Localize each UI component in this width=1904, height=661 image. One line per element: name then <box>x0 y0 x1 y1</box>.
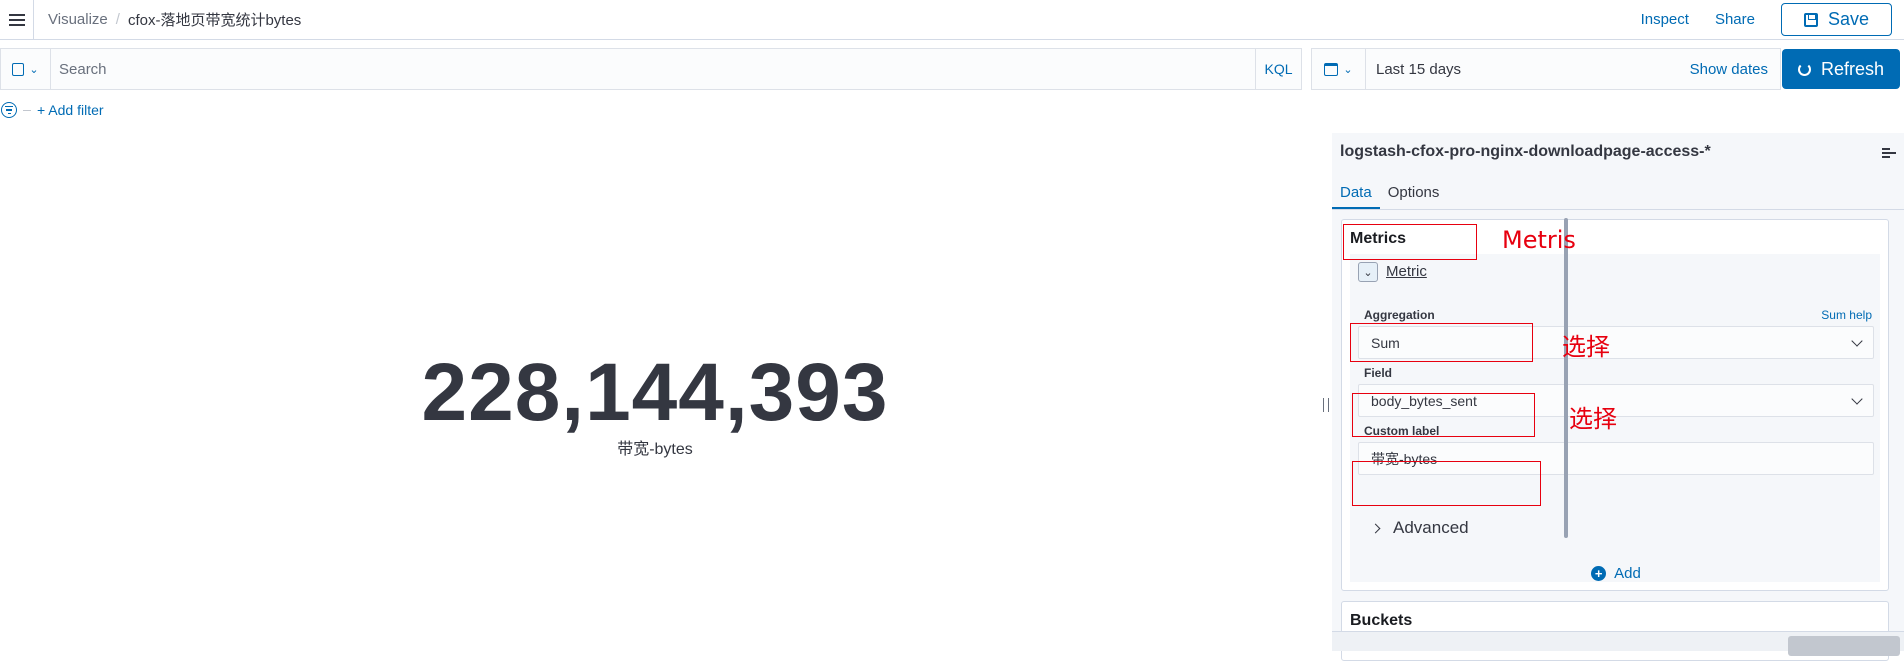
show-dates-link[interactable]: Show dates <box>1690 61 1768 78</box>
sidebar-scrollbar[interactable] <box>1564 218 1568 538</box>
save-button[interactable]: Save <box>1780 3 1892 36</box>
time-range[interactable]: Last 15 days <box>1376 61 1690 78</box>
metric-label: 带宽-bytes <box>617 441 693 458</box>
breadcrumb: Visualize / cfox-落地页带宽统计bytes <box>48 9 301 30</box>
editor-footer <box>1332 631 1904 656</box>
field-label: Field <box>1364 366 1393 380</box>
share-link[interactable]: Share <box>1715 11 1755 28</box>
inspect-link[interactable]: Inspect <box>1641 11 1689 28</box>
chevron-right-icon <box>1370 523 1381 533</box>
search-input[interactable] <box>51 49 1255 89</box>
refresh-button[interactable]: Refresh <box>1782 49 1900 89</box>
filter-divider <box>23 109 31 111</box>
saved-query-icon <box>12 62 25 76</box>
advanced-label: Advanced <box>1393 518 1469 537</box>
saved-query-button[interactable]: ⌄ <box>1 49 51 89</box>
chevron-down-icon <box>1851 393 1863 405</box>
visualization-canvas: 228,144,393 带宽-bytes <box>0 133 1325 651</box>
annotation-box-field <box>1352 393 1535 437</box>
aggregation-label: Aggregation <box>1364 308 1435 322</box>
annotation-box-metrics <box>1343 224 1477 260</box>
panel-resize-handle[interactable] <box>1323 398 1329 412</box>
chevron-down-icon: ⌄ <box>1343 63 1353 76</box>
metric-value: 228,144,393 <box>421 347 889 438</box>
save-button-label: Save <box>1827 9 1869 29</box>
chevron-down-icon <box>1851 335 1863 347</box>
query-bar: ⌄ KQL ⌄ Last 15 days Show dates Refresh <box>0 48 1904 90</box>
chevron-down-icon[interactable]: ⌄ <box>1358 262 1378 282</box>
breadcrumb-separator: / <box>115 11 120 28</box>
tab-data[interactable]: Data <box>1332 176 1380 209</box>
add-metric-button[interactable]: + Add <box>1342 565 1890 582</box>
search-box: ⌄ KQL <box>0 48 1302 90</box>
save-icon <box>1803 12 1818 27</box>
calendar-icon <box>1324 62 1339 76</box>
add-label: Add <box>1614 565 1641 582</box>
breadcrumb-visualize[interactable]: Visualize <box>48 11 108 28</box>
tab-options[interactable]: Options <box>1380 176 1448 209</box>
refresh-icon <box>1797 62 1811 76</box>
annotation-aggregation-note: 选择 <box>1562 333 1610 361</box>
add-filter-link[interactable]: + Add filter <box>37 102 104 118</box>
update-button[interactable] <box>1788 636 1900 656</box>
chevron-down-icon: ⌄ <box>29 63 39 76</box>
refresh-button-label: Refresh <box>1820 58 1885 79</box>
top-actions: Inspect Share Save <box>1641 3 1892 36</box>
top-nav-bar: Visualize / cfox-落地页带宽统计bytes Inspect Sh… <box>0 0 1904 40</box>
buckets-title: Buckets <box>1350 612 1413 629</box>
quick-menu-button[interactable]: ⌄ <box>1312 49 1366 89</box>
index-pattern-title: logstash-cfox-pro-nginx-downloadpage-acc… <box>1340 143 1711 160</box>
kql-toggle[interactable]: KQL <box>1255 49 1301 89</box>
menu-hamburger-icon[interactable] <box>0 0 34 40</box>
sum-help-link[interactable]: Sum help <box>1821 308 1872 322</box>
metric-agg-name[interactable]: Metric <box>1386 263 1427 280</box>
filter-icon[interactable] <box>1 102 17 118</box>
collapse-sidebar-icon[interactable] <box>1882 147 1896 158</box>
date-picker: ⌄ Last 15 days Show dates <box>1311 48 1781 90</box>
breadcrumb-current: cfox-落地页带宽统计bytes <box>127 12 302 29</box>
annotation-field-note: 选择 <box>1569 405 1617 433</box>
editor-tabs: Data Options <box>1332 176 1904 210</box>
annotation-box-aggregation <box>1350 323 1533 362</box>
advanced-toggle[interactable]: Advanced <box>1370 518 1469 538</box>
plus-circle-icon: + <box>1591 566 1607 581</box>
filter-bar: + Add filter <box>0 98 104 122</box>
annotation-metrics-note: Metris <box>1502 226 1576 254</box>
annotation-box-custom-label <box>1352 461 1541 506</box>
editor-sidebar: logstash-cfox-pro-nginx-downloadpage-acc… <box>1332 133 1904 661</box>
